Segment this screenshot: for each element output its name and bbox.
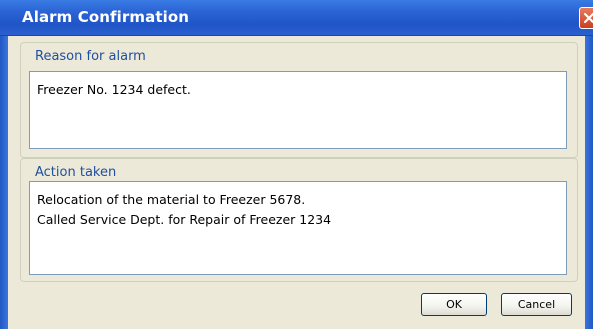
- ok-button[interactable]: OK: [421, 293, 487, 316]
- title-bar[interactable]: Alarm Confirmation: [0, 0, 593, 36]
- window-frame-right: [585, 36, 593, 329]
- close-icon: [583, 12, 593, 24]
- action-text-line: Called Service Dept. for Repair of Freez…: [37, 212, 332, 227]
- action-group: Action taken Relocation of the material …: [20, 158, 578, 282]
- close-button[interactable]: [579, 7, 593, 29]
- action-text-line: Relocation of the material to Freezer 56…: [37, 192, 306, 207]
- window-title: Alarm Confirmation: [22, 8, 190, 26]
- reason-group: Reason for alarm Freezer No. 1234 defect…: [20, 42, 578, 158]
- reason-text-line: Freezer No. 1234 defect.: [37, 82, 191, 97]
- action-label: Action taken: [33, 165, 119, 180]
- window-frame-left: [0, 36, 8, 329]
- alarm-confirmation-dialog: Alarm Confirmation Reason for alarm Free…: [0, 0, 593, 329]
- cancel-button[interactable]: Cancel: [501, 293, 572, 316]
- reason-textbox[interactable]: Freezer No. 1234 defect.: [29, 71, 567, 149]
- reason-label: Reason for alarm: [33, 49, 148, 64]
- action-textbox[interactable]: Relocation of the material to Freezer 56…: [29, 181, 567, 275]
